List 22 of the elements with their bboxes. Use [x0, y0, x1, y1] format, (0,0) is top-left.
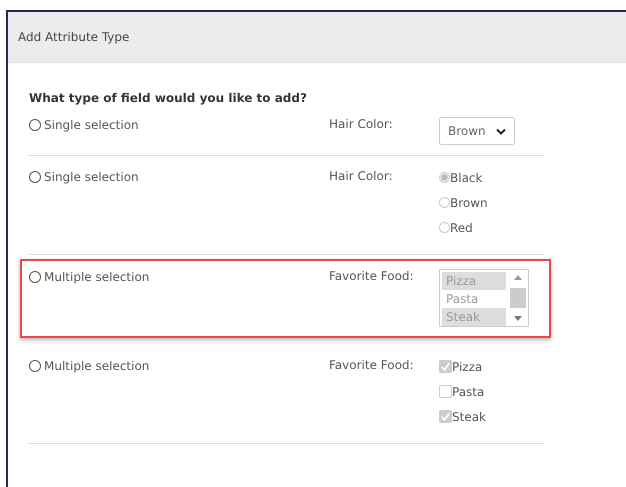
- question-text: What type of field would you like to add?: [29, 91, 308, 105]
- scroll-up-icon[interactable]: [514, 275, 522, 280]
- checkbox-option[interactable]: Pasta: [439, 379, 486, 404]
- checkbox-option[interactable]: Pizza: [439, 354, 486, 379]
- type-radio[interactable]: Multiple selection: [29, 359, 329, 373]
- dropdown[interactable]: Brown: [439, 117, 515, 145]
- field-label: Hair Color:: [329, 117, 394, 131]
- type-radio[interactable]: Single selection: [29, 170, 329, 184]
- field-label: Favorite Food:: [329, 269, 415, 283]
- type-radio[interactable]: Single selection: [29, 118, 329, 132]
- checkmark-icon: [440, 410, 451, 422]
- field-label: Hair Color:: [329, 169, 394, 183]
- radio-option[interactable]: Brown: [439, 190, 488, 215]
- radio-option[interactable]: Red: [439, 215, 488, 240]
- type-radio[interactable]: Multiple selection: [29, 270, 329, 284]
- dialog-title: Add Attribute Type: [18, 30, 130, 44]
- chevron-icon: [496, 128, 506, 134]
- checkmark-icon: [440, 360, 451, 372]
- checkbox-option[interactable]: Steak: [439, 404, 486, 429]
- field-label: Favorite Food:: [329, 358, 415, 372]
- radio-option[interactable]: Black: [439, 165, 488, 190]
- scroll-down-icon[interactable]: [514, 316, 522, 321]
